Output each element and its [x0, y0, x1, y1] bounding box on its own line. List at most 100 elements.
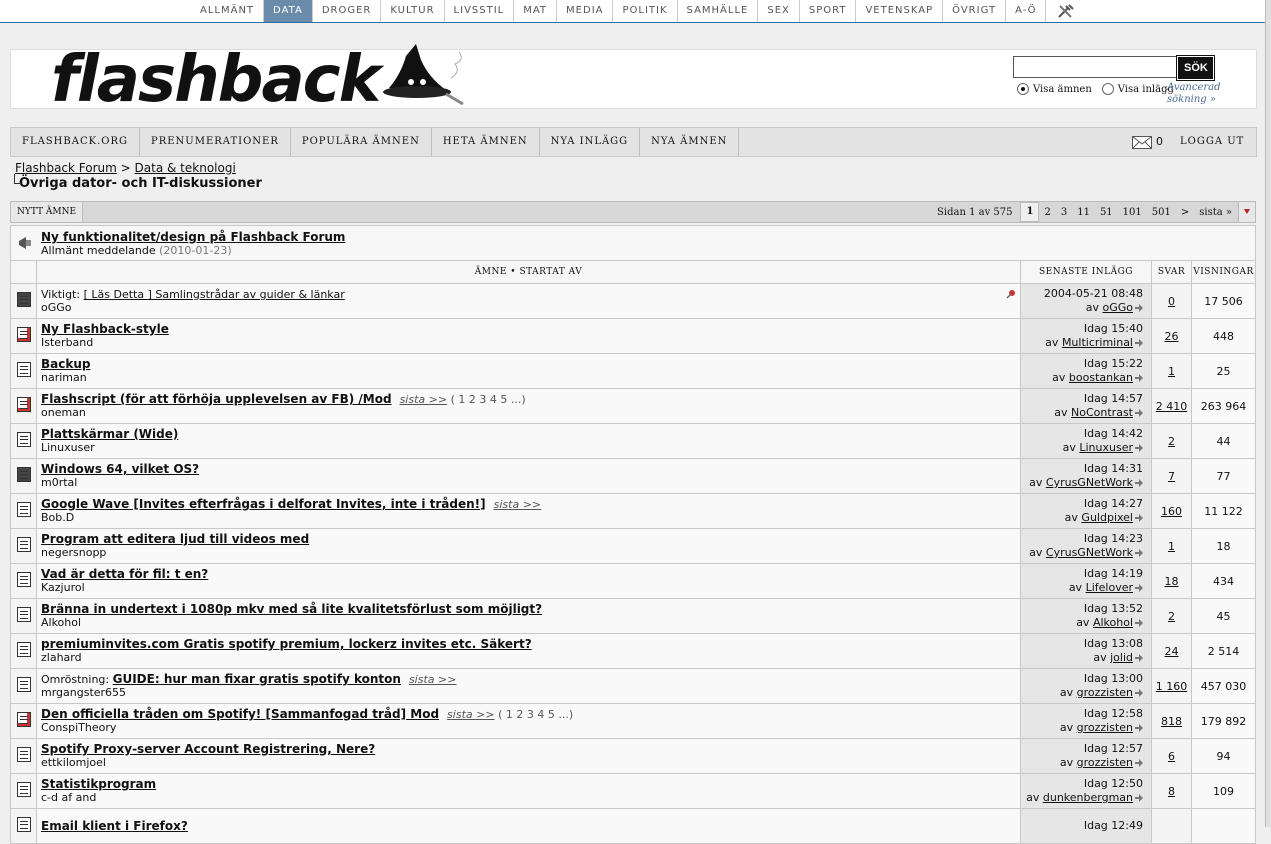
category-11[interactable]: SPORT [800, 0, 857, 22]
col-topic[interactable]: ÄMNE • STARTAT AV [36, 260, 1021, 284]
last-post-user[interactable]: grozzisten [1077, 756, 1133, 769]
search-input[interactable] [1013, 56, 1178, 78]
page-link-2[interactable]: 2 [1039, 207, 1055, 218]
thread-title[interactable]: Windows 64, vilket OS? [41, 462, 199, 476]
main-nav-item-6[interactable]: NYA ÄMNEN [640, 128, 740, 156]
flashback-logo[interactable]: flashback [51, 38, 471, 116]
thread-replies[interactable]: 26 [1165, 330, 1179, 343]
thread-replies[interactable]: 1 160 [1156, 680, 1188, 693]
page-link-1[interactable]: 1 [1020, 202, 1040, 222]
last-post-user[interactable]: grozzisten [1077, 721, 1133, 734]
thread-author[interactable]: Linuxuser [41, 441, 1020, 454]
last-post-user[interactable]: dunkenbergman [1043, 791, 1133, 804]
thread-replies[interactable]: 2 [1168, 435, 1175, 448]
go-to-last-post-icon[interactable] [1135, 584, 1143, 592]
thread-author[interactable]: c-d af and [41, 791, 1020, 804]
thread-author[interactable]: ettkilomjoel [41, 756, 1020, 769]
go-to-last-post-icon[interactable] [1135, 514, 1143, 522]
thread-replies[interactable]: 2 410 [1156, 400, 1188, 413]
page-link-4[interactable]: 11 [1072, 207, 1095, 218]
category-10[interactable]: SEX [758, 0, 800, 22]
last-post-user[interactable]: boostankan [1069, 371, 1133, 384]
main-nav-item-1[interactable]: FLASHBACK.ORG [11, 128, 140, 156]
go-to-last-post-icon[interactable] [1135, 654, 1143, 662]
category-14[interactable]: A-Ö [1006, 0, 1047, 22]
category-12[interactable]: VETENSKAP [856, 0, 944, 22]
advanced-search-link[interactable]: Avancerad sökning » [1167, 82, 1237, 106]
go-to-last-post-icon[interactable] [1135, 689, 1143, 697]
page-link-7[interactable]: 501 [1147, 207, 1176, 218]
thread-author[interactable]: Isterband [41, 336, 1020, 349]
main-nav-item-3[interactable]: POPULÄRA ÄMNEN [291, 128, 432, 156]
category-5[interactable]: LIVSSTIL [445, 0, 515, 22]
thread-author[interactable]: zlahard [41, 651, 1020, 664]
go-to-last-post-icon[interactable] [1135, 724, 1143, 732]
page-link-9[interactable]: sista » [1194, 207, 1237, 218]
radio-posts[interactable] [1101, 83, 1114, 95]
breadcrumb-root[interactable]: Flashback Forum [15, 161, 117, 175]
category-7[interactable]: MEDIA [557, 0, 614, 22]
go-to-last-post-icon[interactable] [1135, 374, 1143, 382]
go-to-last-post-icon[interactable] [1135, 759, 1143, 767]
thread-last-page-link[interactable]: sista >> [494, 498, 542, 511]
thread-replies[interactable]: 1 [1168, 540, 1175, 553]
thread-title[interactable]: Bränna in undertext i 1080p mkv med så l… [41, 602, 542, 616]
last-post-user[interactable]: Alkohol [1093, 616, 1133, 629]
category-1[interactable]: ALLMÄNT [191, 0, 265, 22]
last-post-user[interactable]: Linuxuser [1079, 441, 1133, 454]
category-2[interactable]: DATA [264, 0, 313, 22]
thread-last-page-link[interactable]: sista >> [447, 708, 495, 721]
thread-replies[interactable]: 160 [1161, 505, 1182, 518]
main-nav-item-2[interactable]: PRENUMERATIONER [140, 128, 291, 156]
thread-title[interactable]: Program att editera ljud till videos med [41, 532, 309, 546]
go-to-last-post-icon[interactable] [1135, 549, 1143, 557]
thread-page-links[interactable]: ( 1 2 3 4 5 ...) [451, 393, 526, 406]
new-topic-button[interactable]: NYTT ÄMNE [11, 202, 84, 222]
col-replies[interactable]: SVAR [1151, 260, 1192, 284]
mail-icon[interactable] [1132, 136, 1152, 149]
last-post-user[interactable]: grozzisten [1077, 686, 1133, 699]
category-8[interactable]: POLITIK [613, 0, 678, 22]
main-nav-item-4[interactable]: HETA ÄMNEN [432, 128, 540, 156]
thread-title[interactable]: Statistikprogram [41, 777, 156, 791]
logout-link[interactable]: LOGGA UT [1180, 128, 1244, 156]
radio-topics[interactable] [1017, 83, 1029, 95]
last-post-user[interactable]: jolid [1110, 651, 1133, 664]
thread-title[interactable]: Google Wave [Invites efterfrågas i delfo… [41, 497, 486, 511]
thread-title[interactable]: Vad är detta för fil: t en? [41, 567, 208, 581]
thread-author[interactable]: oneman [41, 406, 1020, 419]
thread-author[interactable]: Bob.D [41, 511, 1020, 524]
thread-author[interactable]: negersnopp [41, 546, 1020, 559]
category-6[interactable]: MAT [514, 0, 558, 22]
thread-replies[interactable]: 1 [1168, 365, 1175, 378]
thread-last-page-link[interactable]: sista >> [409, 673, 457, 686]
col-last-post[interactable]: SENASTE INLÄGG [1020, 260, 1152, 284]
tools-icon[interactable] [1057, 3, 1075, 19]
thread-author[interactable]: nariman [41, 371, 1020, 384]
go-to-last-post-icon[interactable] [1135, 619, 1143, 627]
announcement-title[interactable]: Ny funktionalitet/design på Flashback Fo… [41, 230, 345, 244]
scrollbar[interactable] [1265, 0, 1271, 827]
thread-replies[interactable]: 2 [1168, 610, 1175, 623]
page-link-3[interactable]: 3 [1056, 207, 1072, 218]
page-link-8[interactable]: > [1176, 207, 1194, 218]
thread-author[interactable]: m0rtal [41, 476, 1020, 489]
thread-title[interactable]: GUIDE: hur man fixar gratis spotify kont… [113, 672, 401, 686]
last-post-user[interactable]: Multicriminal [1062, 336, 1133, 349]
last-post-user[interactable]: CyrusGNetWork [1046, 476, 1133, 489]
go-to-last-post-icon[interactable] [1135, 794, 1143, 802]
last-post-user[interactable]: Lifelover [1086, 581, 1133, 594]
thread-author[interactable]: ConspiTheory [41, 721, 1020, 734]
thread-title[interactable]: Flashscript (för att förhöja upplevelsen… [41, 392, 392, 406]
last-post-user[interactable]: CyrusGNetWork [1046, 546, 1133, 559]
category-9[interactable]: SAMHÄLLE [678, 0, 759, 22]
thread-author[interactable]: mrgangster655 [41, 686, 1020, 699]
thread-title[interactable]: premiuminvites.com Gratis spotify premiu… [41, 637, 532, 651]
thread-replies[interactable]: 0 [1168, 295, 1175, 308]
thread-author[interactable]: Alkohol [41, 616, 1020, 629]
thread-title[interactable]: Plattskärmar (Wide) [41, 427, 178, 441]
category-13[interactable]: ÖVRIGT [943, 0, 1007, 22]
thread-replies[interactable]: 6 [1168, 750, 1175, 763]
page-link-5[interactable]: 51 [1095, 207, 1118, 218]
category-4[interactable]: KULTUR [381, 0, 445, 22]
